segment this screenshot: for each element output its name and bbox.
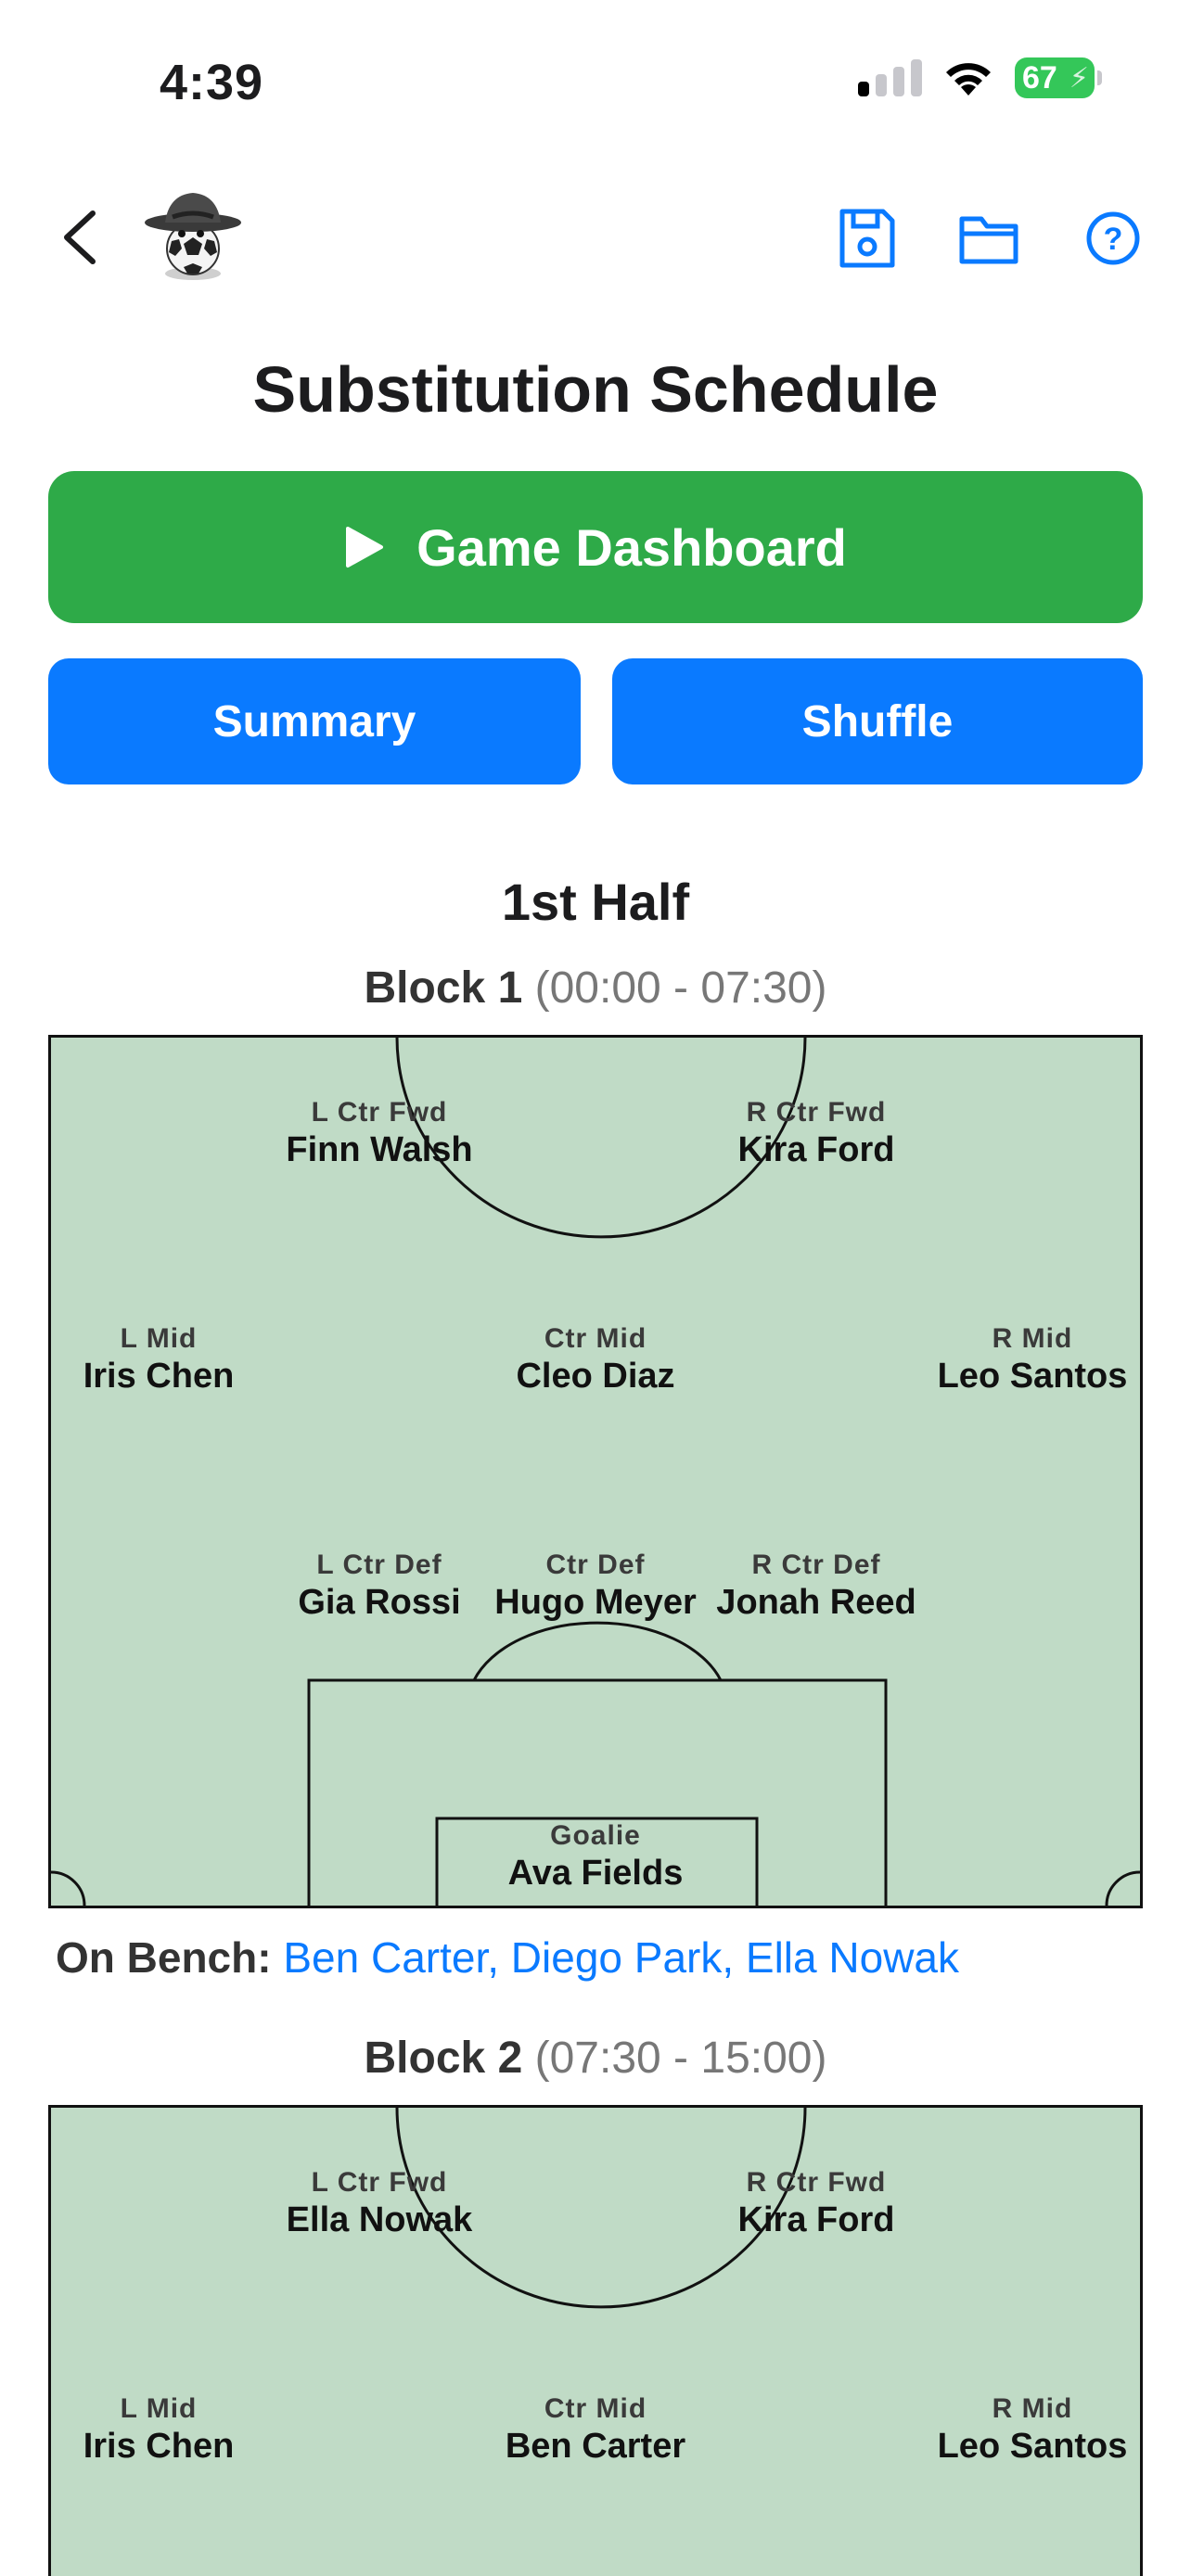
position-player: Kira Ford bbox=[737, 1130, 895, 1169]
position-role: R Ctr Def bbox=[751, 1549, 881, 1580]
position-role: L Mid bbox=[120, 1323, 198, 1354]
position-ctr-def[interactable]: Ctr Def Hugo Meyer bbox=[494, 1549, 696, 1623]
game-dashboard-label: Game Dashboard bbox=[416, 517, 847, 577]
play-icon bbox=[346, 527, 384, 567]
block-label: Block 2 bbox=[364, 2034, 523, 2083]
bench-label: On Bench: bbox=[56, 1933, 272, 1982]
position-player: Ben Carter bbox=[505, 2427, 686, 2466]
position-r-ctr-fwd[interactable]: R Ctr Fwd Kira Ford bbox=[738, 2167, 895, 2240]
position-ctr-mid[interactable]: Ctr Mid Cleo Diaz bbox=[516, 1323, 674, 1396]
position-l-ctr-def[interactable]: L Ctr Def Gia Rossi bbox=[298, 1549, 460, 1623]
position-player: Leo Santos bbox=[937, 1357, 1128, 1396]
position-role: R Mid bbox=[992, 2393, 1073, 2424]
position-role: Ctr Mid bbox=[544, 1323, 647, 1354]
battery-icon: 67 ⚡ bbox=[1015, 57, 1102, 98]
status-indicators: 67 ⚡ bbox=[858, 57, 1102, 98]
svg-text:?: ? bbox=[1104, 222, 1123, 257]
position-player: Ella Nowak bbox=[286, 2200, 473, 2239]
position-l-ctr-fwd[interactable]: L Ctr Fwd Finn Walsh bbox=[286, 1097, 472, 1170]
position-player: Gia Rossi bbox=[298, 1583, 461, 1622]
position-player: Ava Fields bbox=[507, 1854, 684, 1893]
position-role: L Ctr Fwd bbox=[311, 2167, 448, 2198]
block-label: Block 1 bbox=[364, 963, 523, 1013]
summary-button[interactable]: Summary bbox=[48, 658, 581, 784]
save-icon[interactable] bbox=[837, 206, 898, 271]
field-block-2: L Ctr Fwd Ella Nowak R Ctr Fwd Kira Ford… bbox=[48, 2105, 1143, 2576]
position-role: Goalie bbox=[550, 1820, 641, 1851]
charging-bolt-icon: ⚡ bbox=[1069, 63, 1089, 94]
help-icon[interactable]: ? bbox=[1085, 206, 1141, 271]
position-player: Kira Ford bbox=[737, 2200, 895, 2239]
game-dashboard-button[interactable]: Game Dashboard bbox=[48, 471, 1143, 623]
position-r-ctr-def[interactable]: R Ctr Def Jonah Reed bbox=[716, 1549, 916, 1623]
position-player: Leo Santos bbox=[937, 2427, 1128, 2466]
team-logo bbox=[145, 193, 241, 280]
position-player: Cleo Diaz bbox=[516, 1357, 675, 1396]
block-time: (07:30 - 15:00) bbox=[534, 2034, 827, 2083]
position-l-ctr-fwd[interactable]: L Ctr Fwd Ella Nowak bbox=[287, 2167, 473, 2240]
folder-icon[interactable] bbox=[957, 206, 1022, 271]
page-title: Substitution Schedule bbox=[252, 353, 939, 426]
bench-list: On Bench: Ben Carter, Diego Park, Ella N… bbox=[56, 1932, 959, 1983]
block-1-title: Block 1 (00:00 - 07:30) bbox=[0, 963, 1191, 1014]
bench-players-link[interactable]: Ben Carter, Diego Park, Ella Nowak bbox=[283, 1933, 959, 1982]
position-r-ctr-fwd[interactable]: R Ctr Fwd Kira Ford bbox=[738, 1097, 895, 1170]
position-role: Ctr Def bbox=[545, 1549, 646, 1580]
cellular-signal-icon bbox=[858, 59, 922, 96]
position-role: L Ctr Fwd bbox=[311, 1097, 448, 1128]
position-ctr-mid[interactable]: Ctr Mid Ben Carter bbox=[506, 2393, 685, 2467]
position-role: L Mid bbox=[120, 2393, 198, 2424]
chevron-left-icon[interactable] bbox=[58, 210, 104, 265]
battery-level: 67 bbox=[1022, 59, 1057, 96]
position-player: Iris Chen bbox=[83, 2427, 235, 2466]
field-lines bbox=[395, 2108, 807, 2309]
status-time: 4:39 bbox=[160, 55, 264, 110]
position-r-mid[interactable]: R Mid Leo Santos bbox=[938, 1323, 1128, 1396]
position-player: Iris Chen bbox=[83, 1357, 235, 1396]
wifi-icon bbox=[946, 63, 991, 96]
shuffle-button[interactable]: Shuffle bbox=[612, 658, 1143, 784]
field-block-1: L Ctr Fwd Finn Walsh R Ctr Fwd Kira Ford… bbox=[48, 1035, 1143, 1908]
position-player: Jonah Reed bbox=[716, 1583, 916, 1622]
position-role: R Mid bbox=[992, 1323, 1073, 1354]
position-goalie[interactable]: Goalie Ava Fields bbox=[508, 1820, 684, 1894]
field-lines bbox=[51, 1038, 1140, 1906]
block-time: (00:00 - 07:30) bbox=[534, 963, 827, 1013]
position-r-mid[interactable]: R Mid Leo Santos bbox=[938, 2393, 1128, 2467]
app-root: 4:39 67 ⚡ ? Substitution Schedule Game D… bbox=[0, 0, 1191, 2576]
position-role: R Ctr Fwd bbox=[746, 1097, 887, 1128]
position-player: Hugo Meyer bbox=[494, 1583, 697, 1622]
position-role: L Ctr Def bbox=[316, 1549, 442, 1580]
position-l-mid[interactable]: L Mid Iris Chen bbox=[83, 2393, 235, 2467]
position-l-mid[interactable]: L Mid Iris Chen bbox=[83, 1323, 235, 1396]
position-player: Finn Walsh bbox=[286, 1130, 473, 1169]
block-2-title: Block 2 (07:30 - 15:00) bbox=[0, 2033, 1191, 2084]
position-role: Ctr Mid bbox=[544, 2393, 647, 2424]
half-title: 1st Half bbox=[501, 873, 690, 931]
position-role: R Ctr Fwd bbox=[746, 2167, 887, 2198]
